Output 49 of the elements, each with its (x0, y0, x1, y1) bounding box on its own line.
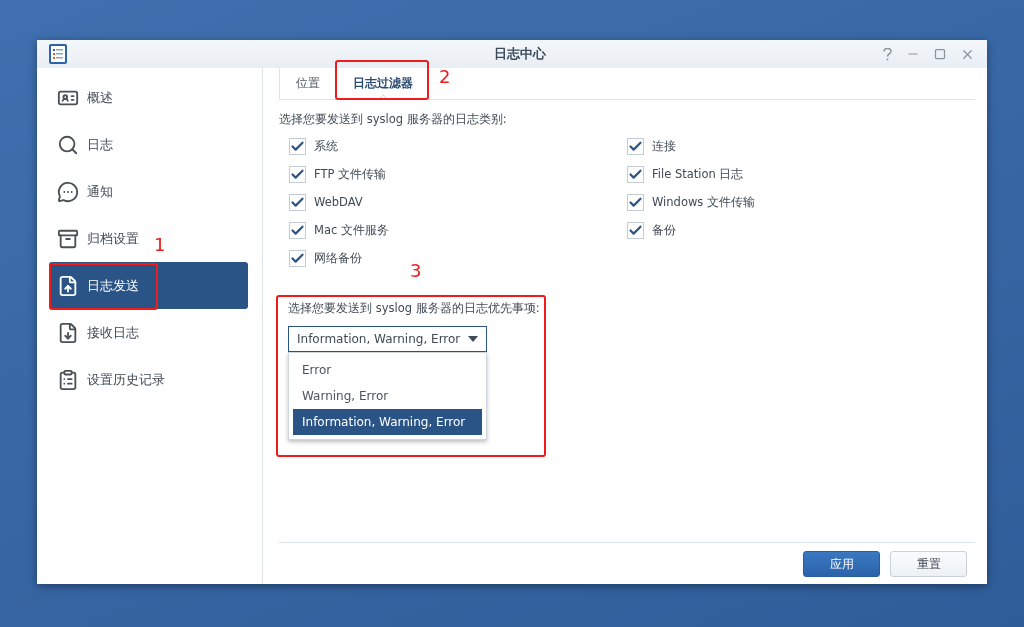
checkbox[interactable] (627, 221, 644, 239)
sidebar-item-icon (57, 133, 79, 156)
sidebar-item[interactable]: 日志发送 (49, 262, 248, 309)
sidebar-item[interactable]: 日志 (49, 121, 113, 168)
sidebar-item[interactable]: 概述 (49, 74, 113, 121)
checkbox-label: FTP 文件传输 (314, 166, 387, 182)
window-title: 日志中心 (493, 45, 547, 63)
sidebar-item-icon (57, 368, 79, 391)
checkbox-label: File Station 日志 (652, 166, 744, 182)
dropdown-option[interactable]: Error (293, 357, 482, 383)
tab[interactable]: 日志过滤器 (336, 68, 429, 99)
annotation-number: 2 (439, 66, 451, 87)
apply-button[interactable]: 应用 (803, 551, 880, 577)
checkbox-label: Mac 文件服务 (314, 222, 389, 238)
annotation-number: 3 (410, 260, 422, 281)
priority-select[interactable]: Information, Warning, Error (288, 326, 487, 352)
sidebar-item-icon (57, 227, 79, 250)
checkbox[interactable] (289, 193, 306, 211)
checkbox[interactable] (627, 193, 644, 211)
sidebar-item-icon (57, 180, 79, 203)
checkbox[interactable] (289, 165, 306, 183)
checkbox[interactable] (289, 137, 306, 155)
checkbox[interactable] (627, 165, 644, 183)
checkbox[interactable] (289, 221, 306, 239)
checkbox[interactable] (289, 249, 306, 267)
maximize-icon[interactable] (934, 48, 946, 60)
priority-label: 选择您要发送到 syslog 服务器的日志优先事项: (288, 301, 541, 316)
checkbox-label: Windows 文件传输 (652, 194, 755, 210)
checkbox[interactable] (627, 137, 644, 155)
dropdown-option[interactable]: Information, Warning, Error (293, 409, 482, 435)
sidebar-item[interactable]: 归档设置 (49, 215, 139, 262)
app-logo-icon (49, 44, 67, 64)
checkbox-label: 连接 (652, 138, 676, 154)
sidebar-item[interactable]: 通知 (49, 168, 113, 215)
sidebar-item[interactable]: 接收日志 (49, 309, 139, 356)
tab[interactable]: 位置 (279, 68, 336, 99)
checkbox-label: 备份 (652, 222, 676, 238)
annotation-number: 1 (154, 234, 166, 255)
sidebar-item[interactable]: 设置历史记录 (49, 356, 165, 403)
dropdown-option[interactable]: Warning, Error (293, 383, 482, 409)
checkbox-label: 系统 (314, 138, 338, 154)
caret-icon (468, 336, 478, 342)
sidebar-item-icon (57, 274, 79, 297)
checkbox-label: 网络备份 (314, 250, 362, 266)
checkbox-label: WebDAV (314, 195, 363, 209)
help-icon[interactable] (883, 47, 892, 61)
sidebar-item-icon (57, 321, 79, 344)
reset-button[interactable]: 重置 (890, 551, 967, 577)
categories-label: 选择您要发送到 syslog 服务器的日志类别: (279, 112, 508, 127)
